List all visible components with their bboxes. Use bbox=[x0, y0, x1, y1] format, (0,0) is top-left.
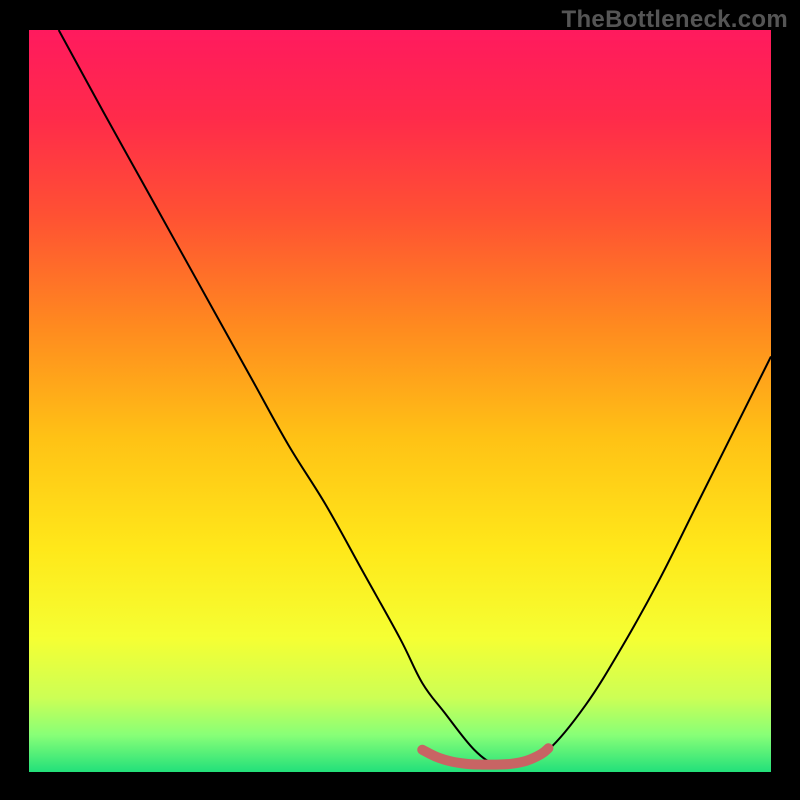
bottleneck-chart bbox=[29, 30, 771, 772]
gradient-background bbox=[29, 30, 771, 772]
chart-frame: TheBottleneck.com bbox=[0, 0, 800, 800]
